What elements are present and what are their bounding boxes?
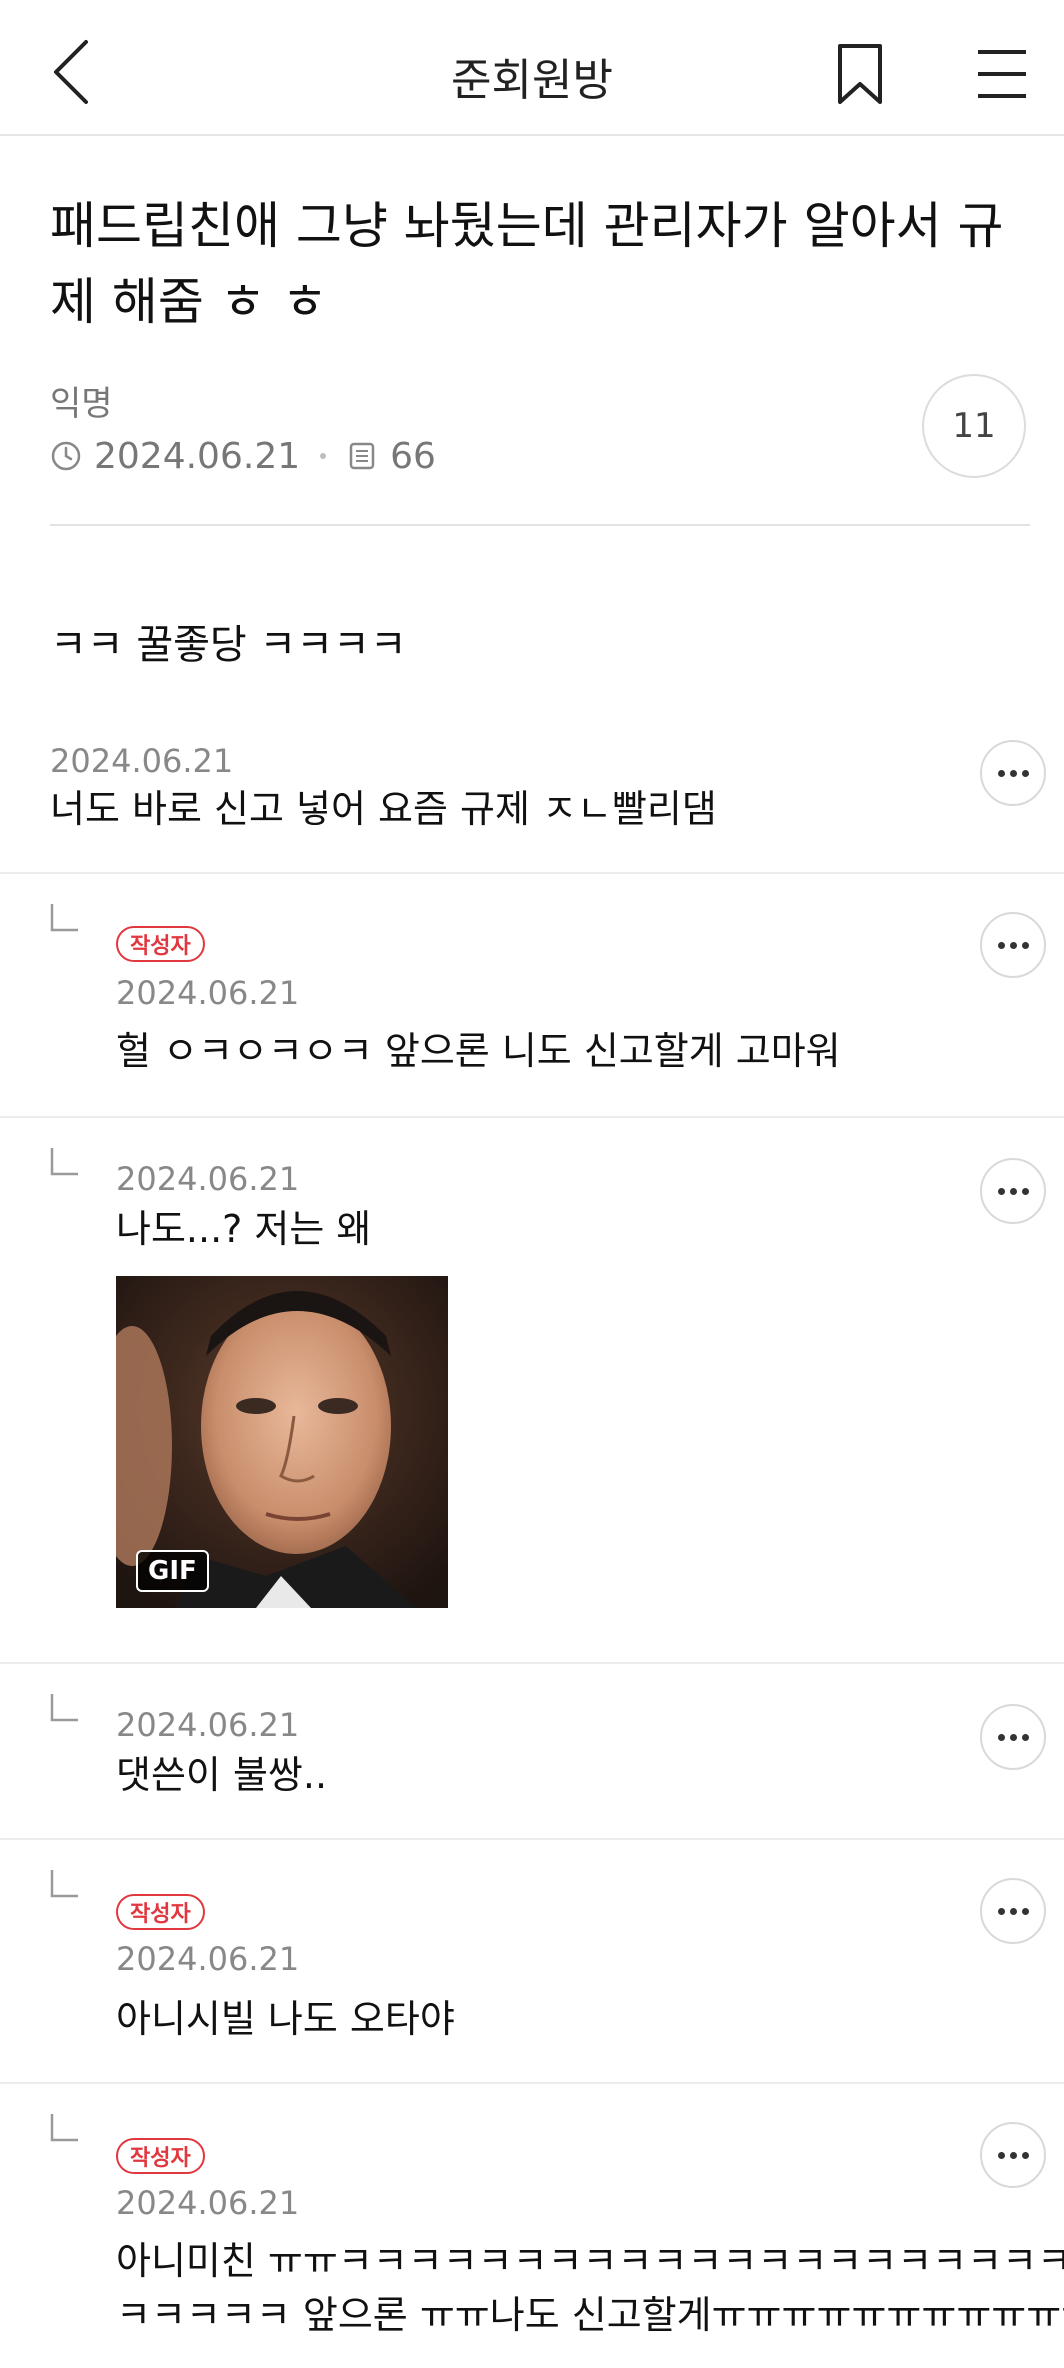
comment-date: 2024.06.21 <box>116 1940 300 1978</box>
more-options-button[interactable] <box>980 1704 1046 1770</box>
reply-item: 작성자 2024.06.21 아니미친 ㅠㅠㅋㅋㅋㅋㅋㅋㅋㅋㅋㅋㅋㅋㅋㅋㅋㅋㅋㅋ… <box>0 2084 1064 2368</box>
bookmark-icon[interactable] <box>832 42 888 106</box>
more-options-button[interactable] <box>980 1158 1046 1224</box>
comment-count-button[interactable]: 11 <box>922 374 1026 478</box>
comment-item: 2024.06.21 너도 바로 신고 넣어 요즘 규제 ㅈㄴ빨리댐 <box>0 720 1064 874</box>
comment-text: 아니시빌 나도 오타야 <box>116 1997 455 2041</box>
post-author: 익명 <box>50 384 113 424</box>
more-icon <box>997 941 1029 949</box>
more-icon <box>997 1733 1029 1741</box>
top-app-bar: 준회원방 <box>0 0 1064 136</box>
more-icon <box>997 1907 1029 1915</box>
comment-text: 너도 바로 신고 넣어 요즘 규제 ㅈㄴ빨리댐 <box>50 787 717 831</box>
post-date: 2024.06.21 <box>94 435 301 477</box>
reply-item: 작성자 2024.06.21 헐 ㅇㅋㅇㅋㅇㅋ 앞으론 니도 신고할게 고마워 <box>0 874 1064 1118</box>
reply-item: 작성자 2024.06.21 아니시빌 나도 오타야 <box>0 1840 1064 2084</box>
author-badge: 작성자 <box>116 2138 205 2174</box>
comment-text: 나도...? 저는 왜 <box>116 1207 372 1251</box>
reply-arrow-icon <box>50 1870 78 1898</box>
post-meta: 2024.06.21 66 <box>50 432 436 480</box>
divider <box>50 524 1030 526</box>
reply-arrow-icon <box>50 904 78 932</box>
post-title: 패드립친애 그냥 놔뒀는데 관리자가 알아서 규제 해줌 ㅎ ㅎ <box>50 197 1004 331</box>
comment-text: 헐 ㅇㅋㅇㅋㅇㅋ 앞으론 니도 신고할게 고마워 <box>116 1029 841 1073</box>
author-badge: 작성자 <box>116 1894 205 1930</box>
board-title: 준회원방 <box>451 55 613 106</box>
comment-text-line-2: ㅋㅋㅋㅋㅋ 앞으론 ㅠㅠ나도 신고할게ㅠㅠㅠㅠㅠㅠㅠㅠㅠㅠㅠ <box>116 2293 1064 2337</box>
reply-arrow-icon <box>50 2114 78 2142</box>
more-options-button[interactable] <box>980 912 1046 978</box>
more-options-button[interactable] <box>980 740 1046 806</box>
comment-date: 2024.06.21 <box>116 974 300 1012</box>
comment-date: 2024.06.21 <box>50 742 234 780</box>
comment-date: 2024.06.21 <box>116 1706 300 1744</box>
meta-separator <box>320 453 327 459</box>
view-count: 66 <box>390 435 436 477</box>
more-icon <box>997 1187 1029 1195</box>
comment-text: 댓쓴이 불쌍.. <box>116 1753 328 1797</box>
comment-text-line-1: 아니미친 ㅠㅠㅋㅋㅋㅋㅋㅋㅋㅋㅋㅋㅋㅋㅋㅋㅋㅋㅋㅋㅋㅋㅋㅋ <box>116 2239 1064 2283</box>
gif-badge: GIF <box>136 1550 209 1592</box>
more-options-button[interactable] <box>980 1878 1046 1944</box>
post-body: ㅋㅋ 꿀좋당 ㅋㅋㅋㅋ <box>50 622 407 668</box>
comment-date: 2024.06.21 <box>116 1160 300 1198</box>
reply-arrow-icon <box>50 1694 78 1722</box>
reply-item: 2024.06.21 댓쓴이 불쌍.. <box>0 1664 1064 1840</box>
more-options-button[interactable] <box>980 2122 1046 2188</box>
document-icon <box>349 442 375 470</box>
hamburger-menu-icon[interactable] <box>974 48 1030 100</box>
reply-arrow-icon <box>50 1148 78 1176</box>
comment-date: 2024.06.21 <box>116 2184 300 2222</box>
clock-icon <box>51 441 81 471</box>
more-icon <box>997 2151 1029 2159</box>
more-icon <box>997 769 1029 777</box>
author-badge: 작성자 <box>116 926 205 962</box>
gif-image[interactable]: GIF <box>116 1276 448 1608</box>
